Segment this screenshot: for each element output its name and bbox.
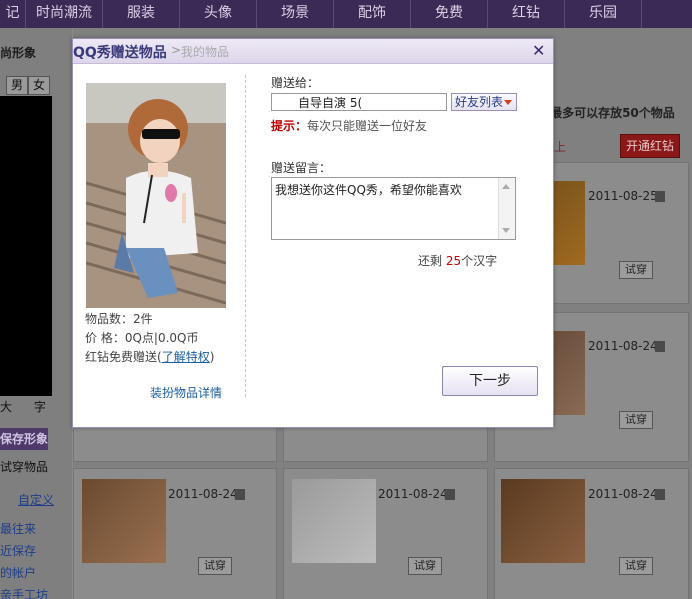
nav-item-scene[interactable]: 场景 bbox=[257, 0, 334, 28]
item-preview-figure bbox=[86, 83, 226, 308]
item-date: 2011-08-24 bbox=[588, 487, 658, 501]
save-look-button[interactable]: 保存形象 bbox=[0, 428, 48, 450]
try-on-button[interactable]: 试穿 bbox=[619, 411, 653, 429]
friend-list-label: 好友列表 bbox=[455, 95, 504, 109]
left-link-2[interactable]: 的帐户 bbox=[0, 562, 48, 584]
qq-show-page: 记 时尚潮流 服装 头像 场景 配饰 免费 红钻 乐园 尚形象 男 女 大 字 … bbox=[0, 0, 692, 599]
nav-item-0[interactable]: 记 bbox=[0, 0, 26, 28]
tool-size[interactable]: 大 bbox=[0, 400, 12, 414]
gift-dialog: QQ秀赠送物品 > 我的物品 ✕ 物品数：2件 价 格：0Q点|0.0Q币 红钻… bbox=[72, 38, 554, 428]
item-date: 2011-08-24 bbox=[588, 339, 658, 353]
gender-male-button[interactable]: 男 bbox=[6, 76, 28, 95]
nav-item-free[interactable]: 免费 bbox=[411, 0, 488, 28]
close-icon[interactable]: ✕ bbox=[532, 41, 545, 60]
item-thumbnail[interactable] bbox=[501, 479, 585, 563]
left-link-1[interactable]: 近保存 bbox=[0, 540, 48, 562]
left-links: 最往来 近保存 的帐户 亲手工坊 bbox=[0, 518, 48, 599]
remaining-suffix: 个汉字 bbox=[461, 254, 498, 268]
item-date: 2011-08-24 bbox=[378, 487, 448, 501]
item-card: 2011-08-24 试穿 bbox=[494, 468, 689, 599]
trash-icon[interactable] bbox=[655, 191, 665, 202]
gender-female-button[interactable]: 女 bbox=[28, 76, 50, 95]
try-on-button[interactable]: 试穿 bbox=[198, 557, 232, 575]
tool-text[interactable]: 字 bbox=[34, 400, 46, 414]
recipient-input[interactable]: 自导自演 5( bbox=[271, 93, 447, 111]
top-nav: 记 时尚潮流 服装 头像 场景 配饰 免费 红钻 乐园 bbox=[0, 0, 692, 28]
trash-icon[interactable] bbox=[655, 489, 665, 500]
message-text: 我想送你这件QQ秀，希望你能喜欢 bbox=[275, 183, 462, 197]
red-diamond-text: 红钻免费赠送( bbox=[85, 350, 162, 364]
chevron-down-icon bbox=[504, 100, 512, 105]
trash-icon[interactable] bbox=[445, 489, 455, 500]
nav-item-accessories[interactable]: 配饰 bbox=[334, 0, 411, 28]
nav-item-clothing[interactable]: 服装 bbox=[103, 0, 180, 28]
nav-item-red-diamond[interactable]: 红钻 bbox=[488, 0, 565, 28]
dialog-header: QQ秀赠送物品 > 我的物品 ✕ bbox=[73, 39, 553, 64]
red-diamond-close: ) bbox=[209, 350, 215, 364]
scroll-up-icon[interactable] bbox=[502, 184, 510, 189]
nav-item-paradise[interactable]: 乐园 bbox=[565, 0, 642, 28]
recipient-label: 赠送给： bbox=[271, 76, 320, 90]
storage-limit-note: ” 最多可以存放50个物品 bbox=[538, 106, 675, 120]
red-diamond-note: 红钻免费赠送(了解特权) bbox=[85, 348, 214, 365]
item-thumbnail[interactable] bbox=[82, 479, 166, 563]
hint-body: 每次只能赠送一位好友 bbox=[307, 119, 428, 133]
open-red-diamond-button[interactable]: 开通红钻 bbox=[620, 134, 680, 158]
left-panel-title: 尚形象 bbox=[0, 46, 37, 60]
breadcrumb-separator: > bbox=[171, 43, 182, 57]
remaining-count: 25 bbox=[445, 254, 462, 268]
message-scrollbar[interactable] bbox=[498, 178, 515, 239]
try-on-button[interactable]: 试穿 bbox=[408, 557, 442, 575]
item-detail-link[interactable]: 装扮物品详情 bbox=[150, 384, 222, 401]
item-card: 2011-08-24 试穿 bbox=[73, 468, 277, 599]
item-card: 2011-08-24 试穿 bbox=[283, 468, 488, 599]
item-preview-image bbox=[86, 83, 226, 308]
breadcrumb[interactable]: 我的物品 bbox=[181, 43, 229, 60]
scroll-down-icon[interactable] bbox=[502, 228, 510, 233]
remaining-chars: 还剩 25个汉字 bbox=[418, 252, 497, 269]
left-link-3[interactable]: 亲手工坊 bbox=[0, 584, 48, 599]
item-count: 物品数：2件 bbox=[85, 312, 153, 326]
dialog-divider bbox=[245, 75, 246, 397]
message-textarea[interactable]: 我想送你这件QQ秀，希望你能喜欢 bbox=[271, 177, 516, 240]
item-thumbnail[interactable] bbox=[292, 479, 376, 563]
privilege-link[interactable]: 了解特权 bbox=[162, 350, 210, 364]
hint-label: 提示： bbox=[271, 119, 308, 133]
nav-item-avatar[interactable]: 头像 bbox=[180, 0, 257, 28]
trash-icon[interactable] bbox=[655, 341, 665, 352]
avatar-preview bbox=[0, 96, 52, 396]
left-tools: 大 字 bbox=[0, 398, 46, 415]
nav-item-fashion[interactable]: 时尚潮流 bbox=[26, 0, 103, 28]
item-price: 价 格：0Q点|0.0Q币 bbox=[85, 331, 199, 345]
try-items-link[interactable]: 试穿物品 bbox=[0, 458, 48, 475]
left-link-0[interactable]: 最往来 bbox=[0, 518, 48, 540]
message-label: 赠送留言： bbox=[271, 161, 332, 175]
friend-list-dropdown[interactable]: 好友列表 bbox=[451, 93, 517, 111]
dialog-title: QQ秀赠送物品 bbox=[73, 45, 167, 61]
remaining-prefix: 还剩 bbox=[418, 254, 443, 268]
custom-link[interactable]: 自定义 bbox=[18, 491, 54, 508]
try-on-button[interactable]: 试穿 bbox=[619, 557, 653, 575]
next-step-button[interactable]: 下一步 bbox=[442, 366, 538, 396]
prev-link[interactable]: 上 bbox=[554, 138, 566, 155]
hint-text: 提示：每次只能赠送一位好友 bbox=[271, 117, 427, 134]
item-date: 2011-08-25 bbox=[588, 189, 658, 203]
trash-icon[interactable] bbox=[235, 489, 245, 500]
try-on-button[interactable]: 试穿 bbox=[619, 261, 653, 279]
item-date: 2011-08-24 bbox=[168, 487, 238, 501]
